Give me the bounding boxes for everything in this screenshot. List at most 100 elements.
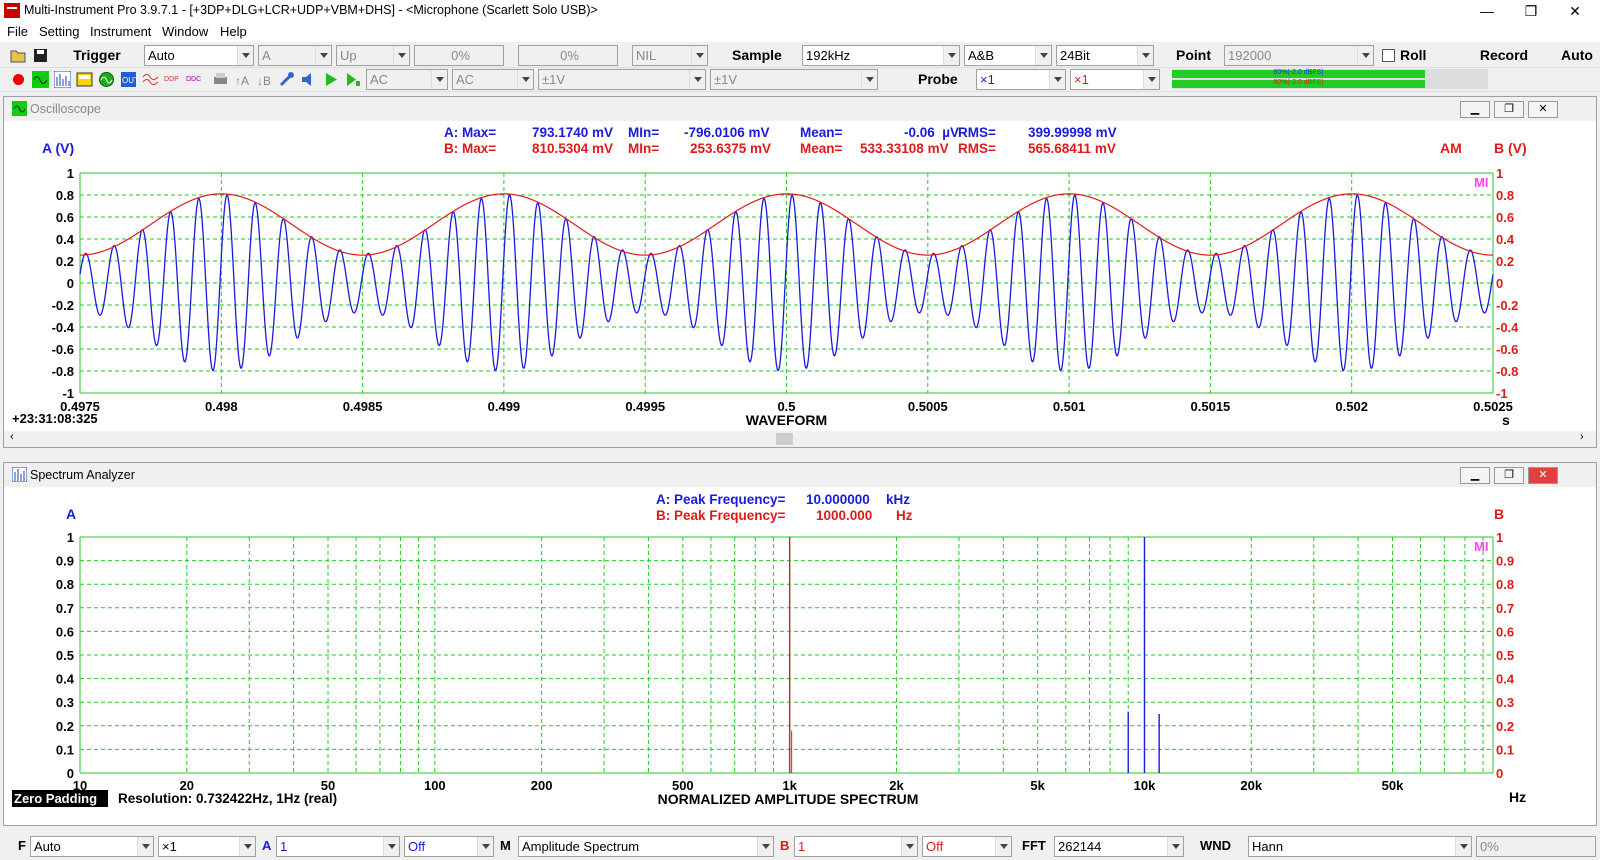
- spectrum-chart[interactable]: A B MI 1 1 0.9 0.9 0.8 0.8 0.7 0.7 0.6 0.6 0.5 0.5 0.4 0…: [4, 507, 1596, 823]
- oscilloscope-chart[interactable]: A (V) B (V) AM MI 1 1 0.8 0.8 0.6 0.6 0.4 0.4 0.2 0.2…: [4, 141, 1596, 431]
- dso-output-icon[interactable]: OUT: [120, 71, 137, 88]
- cursor-b-icon[interactable]: ↓B: [256, 71, 273, 88]
- spec-x-tick: 50k: [1382, 778, 1404, 793]
- bit-depth-value: 24Bit: [1060, 48, 1090, 63]
- b-off-select[interactable]: Off: [922, 836, 1012, 857]
- scroll-right-icon[interactable]: ›: [1580, 431, 1584, 443]
- m-mode-select[interactable]: Amplitude Spectrum: [518, 836, 774, 857]
- trigger-pretrigger-stepper[interactable]: 0%: [518, 45, 618, 66]
- minimize-icon[interactable]: —: [1464, 0, 1510, 22]
- multimeter-icon[interactable]: [76, 71, 93, 88]
- chevron-down-icon: [237, 46, 253, 65]
- roll-checkbox[interactable]: [1382, 49, 1395, 62]
- range-a-value: ±1V: [542, 72, 566, 87]
- menu-setting[interactable]: Setting: [39, 24, 79, 39]
- spectrum-title: Spectrum Analyzer: [30, 468, 135, 482]
- fft-size-value: 262144: [1058, 839, 1102, 854]
- trigger-level-stepper[interactable]: 0%: [414, 45, 504, 66]
- trigger-channel-select[interactable]: A: [258, 45, 332, 66]
- menu-file[interactable]: File: [7, 24, 28, 39]
- channels-select[interactable]: A&B: [964, 45, 1052, 66]
- chevron-down-icon: [137, 837, 153, 856]
- chevron-down-icon: [1035, 46, 1051, 65]
- auto-button[interactable]: Auto: [1556, 44, 1598, 66]
- spectrum-analyzer-icon[interactable]: [54, 71, 71, 88]
- osc-mi-logo: MI: [1474, 175, 1488, 190]
- spec-y-tick-a: 0.6: [56, 624, 74, 639]
- restore-icon[interactable]: ❐: [1494, 467, 1524, 484]
- oscilloscope-scrollbar[interactable]: ‹ ›: [4, 431, 1596, 447]
- calibrate-icon[interactable]: [278, 71, 295, 88]
- spec-x-tick: 20k: [1240, 778, 1262, 793]
- spec-y-tick-a: 0.8: [56, 577, 74, 592]
- scroll-thumb[interactable]: [776, 433, 793, 445]
- trigger-button[interactable]: Trigger: [56, 44, 138, 66]
- close-icon[interactable]: ✕: [1528, 101, 1558, 118]
- osc-y-tick-a: -0.6: [52, 342, 74, 357]
- range-a-select[interactable]: ±1V: [538, 69, 706, 90]
- record-icon[interactable]: [10, 71, 27, 88]
- f-mode-select[interactable]: Auto: [30, 836, 154, 857]
- minimize-icon[interactable]: ▁: [1460, 467, 1490, 484]
- open-folder-icon[interactable]: [10, 47, 27, 64]
- restore-icon[interactable]: ❐: [1494, 101, 1524, 118]
- menu-help[interactable]: Help: [220, 24, 247, 39]
- window-title: Multi-Instrument Pro 3.9.7.1 - [+3DP+DLG…: [24, 3, 598, 17]
- coupling-a-select[interactable]: AC: [366, 69, 448, 90]
- range-b-select[interactable]: ±1V: [710, 69, 878, 90]
- overlap-value: 0%: [1480, 839, 1499, 854]
- spec-y-tick-a: 0.2: [56, 719, 74, 734]
- resolution-text: Resolution: 0.732422Hz, 1Hz (real): [118, 791, 337, 806]
- osc-y-tick-b: -0.4: [1496, 320, 1519, 335]
- oscilloscope-icon[interactable]: [32, 71, 49, 88]
- spec-y-tick-b: 0.4: [1496, 672, 1515, 687]
- speaker-icon[interactable]: [300, 71, 317, 88]
- probe-b-select[interactable]: ×1: [1070, 69, 1160, 90]
- osc-y-tick-b: 0.8: [1496, 188, 1514, 203]
- a-value-select[interactable]: 1: [276, 836, 400, 857]
- point-select[interactable]: 192000: [1224, 45, 1374, 66]
- menu-window[interactable]: Window: [162, 24, 208, 39]
- sample-rate-select[interactable]: 192kHz: [802, 45, 960, 66]
- print-icon[interactable]: [212, 71, 229, 88]
- trigger-nil-select[interactable]: NIL: [632, 45, 708, 66]
- play-icon[interactable]: [322, 71, 339, 88]
- a-off-select[interactable]: Off: [404, 836, 494, 857]
- ddp-icon[interactable]: DDP: [164, 71, 181, 88]
- oscilloscope-title: Oscilloscope: [30, 102, 101, 116]
- save-icon[interactable]: [32, 47, 49, 64]
- osc-x-tick: 0.5015: [1191, 399, 1231, 414]
- f-mult-select[interactable]: ×1: [158, 836, 256, 857]
- record-button[interactable]: Record: [1456, 44, 1552, 66]
- minimize-icon[interactable]: ▁: [1460, 101, 1490, 118]
- ddc-icon[interactable]: DDC: [186, 71, 203, 88]
- close-icon[interactable]: ✕: [1552, 0, 1598, 22]
- probe-a-select[interactable]: ×1: [976, 69, 1066, 90]
- osc-y-tick-a: -0.4: [52, 320, 75, 335]
- generator-icon[interactable]: [98, 71, 115, 88]
- b-value-select[interactable]: 1: [794, 836, 918, 857]
- bit-depth-select[interactable]: 24Bit: [1056, 45, 1154, 66]
- wnd-type-select[interactable]: Hann: [1248, 836, 1472, 857]
- sweep-icon[interactable]: [142, 71, 159, 88]
- restore-icon[interactable]: ❐: [1508, 0, 1554, 22]
- sample-rate-value: 192kHz: [806, 48, 851, 63]
- play-once-icon[interactable]: [344, 71, 361, 88]
- coupling-b-select[interactable]: AC: [452, 69, 534, 90]
- fft-size-select[interactable]: 262144: [1054, 836, 1184, 857]
- overlap-stepper[interactable]: 0%: [1476, 836, 1596, 857]
- menu-instrument[interactable]: Instrument: [90, 24, 151, 39]
- trigger-edge-select[interactable]: Up: [336, 45, 410, 66]
- trigger-nil-value: NIL: [636, 48, 657, 63]
- chevron-down-icon: [1143, 70, 1159, 89]
- scroll-left-icon[interactable]: ‹: [10, 431, 14, 443]
- f-mode-value: Auto: [34, 839, 61, 854]
- close-icon[interactable]: ✕: [1528, 467, 1558, 484]
- cursor-a-icon[interactable]: ↑A: [234, 71, 251, 88]
- title-bar: Multi-Instrument Pro 3.9.7.1 - [+3DP+DLG…: [0, 0, 1600, 22]
- chevron-down-icon: [393, 46, 409, 65]
- app-icon: [4, 3, 20, 18]
- trigger-mode-select[interactable]: Auto: [144, 45, 254, 66]
- chevron-down-icon: [1455, 837, 1471, 856]
- svg-text:OUT: OUT: [122, 76, 137, 85]
